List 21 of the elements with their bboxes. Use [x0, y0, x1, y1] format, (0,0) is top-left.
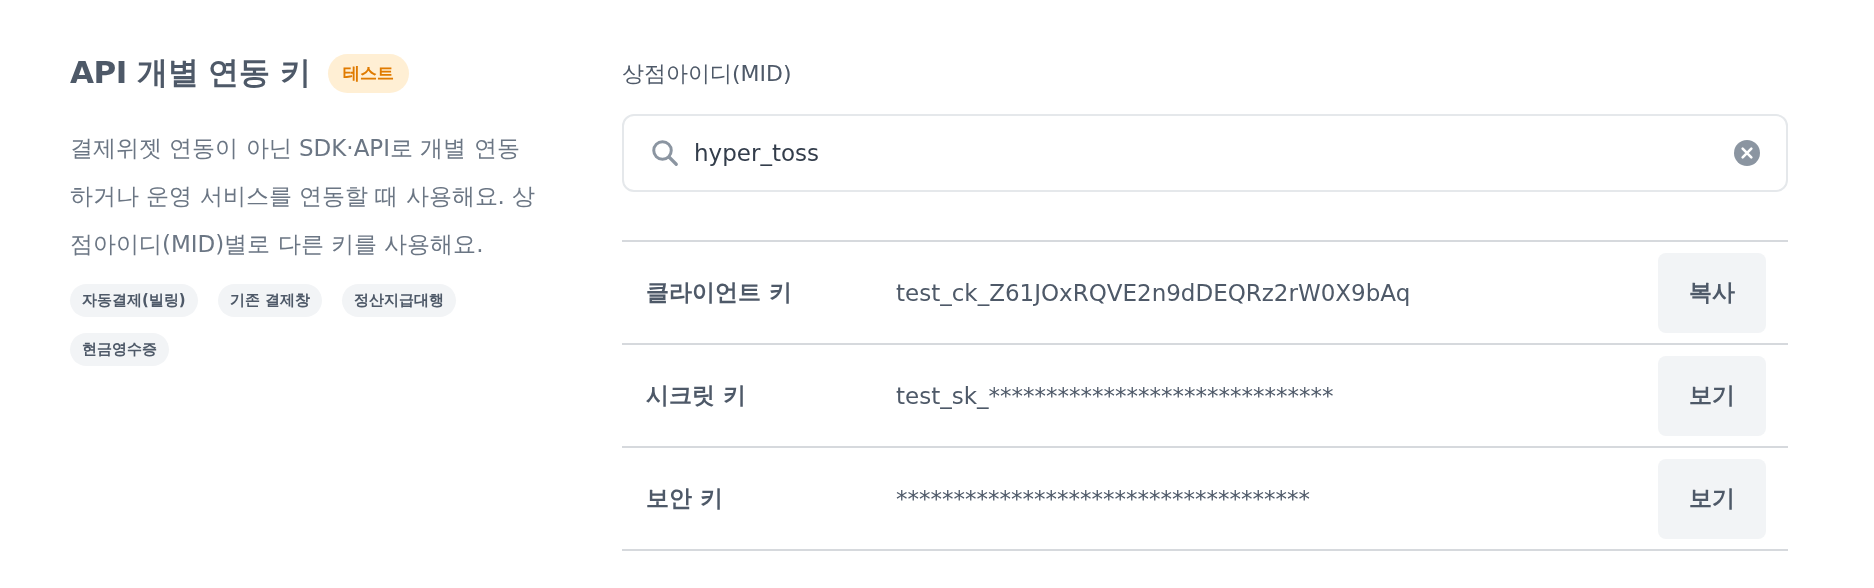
key-label: 클라이언트 키 — [646, 278, 793, 307]
description: 결제위젯 연동이 아닌 SDK·API로 개별 연동하거나 운영 서비스를 연동할 때 사용해요. 상점아이디(MID)별로 다른 키를 사용해요. — [70, 134, 537, 259]
key-label: 보안 키 — [646, 484, 724, 513]
search-field[interactable]: hyper_toss — [622, 114, 1788, 192]
feature-tag: 현금영수증 — [70, 333, 169, 366]
key-value: test_sk_****************************** — [896, 382, 1335, 409]
feature-tag: 정산지급대행 — [341, 284, 456, 317]
key-value: ************************************ — [896, 485, 1311, 512]
key-value: test_ck_Z61JOxRQVE2n9dDEQRz2rW0X9bAq — [896, 279, 1412, 306]
search-icon — [650, 138, 680, 168]
key-action-button[interactable]: 보기 — [1658, 458, 1766, 539]
feature-tag: 기존 결제창 — [217, 284, 322, 317]
field-label: 상점아이디(MID) — [622, 60, 793, 88]
feature-tag: 자동결제(빌링) — [70, 284, 198, 317]
key-action-button[interactable]: 복사 — [1658, 252, 1766, 333]
search-value: hyper_toss — [694, 140, 819, 166]
test-badge: 테스트 — [328, 53, 410, 93]
clear-icon[interactable] — [1734, 140, 1760, 166]
section-title: API 개별 연동 키 — [70, 53, 311, 92]
key-label: 시크릿 키 — [646, 381, 747, 410]
key-action-button[interactable]: 보기 — [1658, 355, 1766, 436]
